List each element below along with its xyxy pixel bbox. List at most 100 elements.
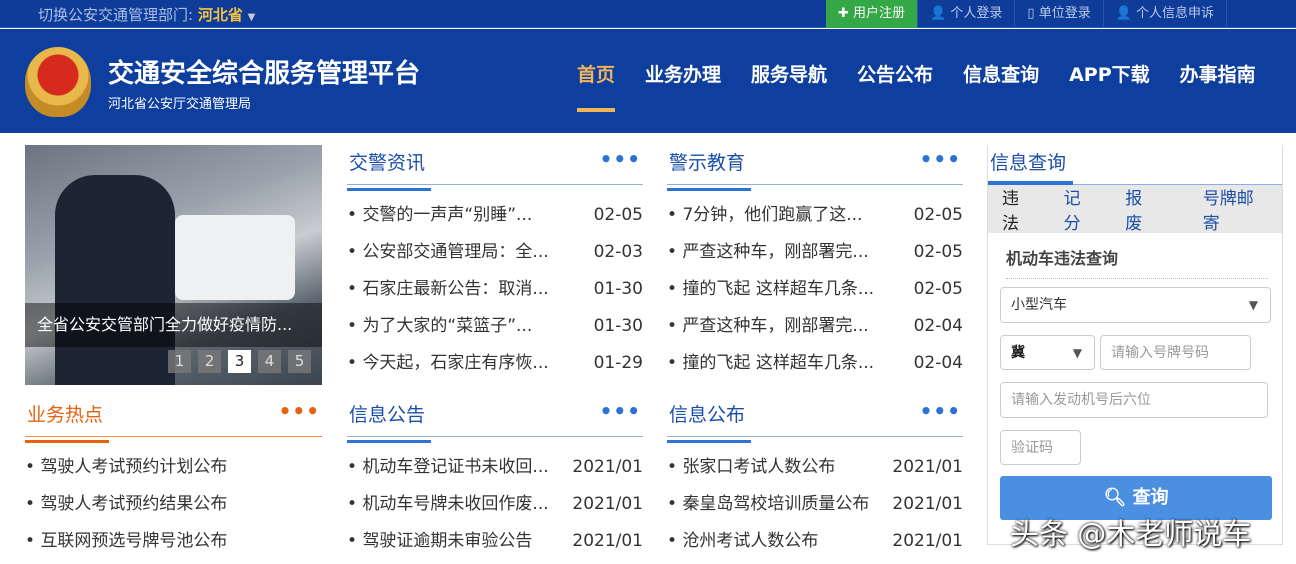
list-item[interactable]: • 张家口考试人数公布 2021/01 [667, 449, 963, 486]
carousel-page[interactable]: 1 [168, 350, 191, 373]
captcha-input[interactable]: 验证码 [1000, 430, 1081, 465]
list-item-date: 02-05 [913, 205, 963, 225]
list-item[interactable]: • 严查这种车，刚部署完... 02-04 [667, 308, 963, 345]
top-bar: 切换公安交通管理部门: 河北省 ▼ ✚ 用户注册 👤 个人登录 ▯ 单位登录 👤… [0, 0, 1296, 28]
list-item[interactable]: • 为了大家的“菜篮子”... 01-30 [347, 308, 643, 345]
list-item[interactable]: • 沧州考试人数公布 2021/01 [667, 523, 963, 560]
plate-number-input[interactable]: 请输入号牌号码 [1100, 335, 1251, 370]
region-switch[interactable]: 切换公安交通管理部门: 河北省 ▼ [38, 4, 255, 25]
section-title[interactable]: 警示教育 [666, 148, 752, 191]
tab-scrap[interactable]: 报废 [1125, 184, 1157, 234]
tab-points[interactable]: 记分 [1064, 184, 1096, 234]
carousel-page[interactable]: 4 [258, 350, 281, 373]
nav-app[interactable]: APP下载 [1069, 60, 1150, 87]
nav-home[interactable]: 首页 [577, 60, 616, 112]
list-item[interactable]: • 石家庄最新公告：取消... 01-30 [347, 271, 643, 308]
list-item-title: 机动车登记证书未收回... [362, 457, 549, 477]
user-icon: 👤 [930, 6, 951, 21]
section-title[interactable]: 业务热点 [24, 400, 110, 443]
carousel-image-figure [55, 175, 175, 385]
list-item[interactable]: • 驾驶证逾期未审验公告 2021/01 [347, 523, 643, 560]
list-item[interactable]: • 互联网预选号牌号池公布 [25, 523, 322, 560]
query-button-label: 查询 [1132, 487, 1169, 508]
list-item-date: 2021/01 [572, 457, 643, 477]
personal-login-link[interactable]: 👤 个人登录 [918, 0, 1016, 28]
section-title[interactable]: 信息公告 [346, 400, 432, 443]
more-icon[interactable]: ••• [600, 147, 641, 171]
info-query-panel: 信息查询 违法 记分 报废 号牌邮寄 机动车违法查询 小型汽车 ▼ 冀 ▼ 请输入号… [987, 145, 1283, 545]
list-item[interactable]: • 今天起，石家庄有序恢... 01-29 [347, 345, 643, 382]
carousel-page[interactable]: 5 [288, 350, 311, 373]
section-business-hot: 业务热点 ••• • 驾驶人考试预约计划公布 • 驾驶人考试预约结果公布 • 互联网预… [24, 397, 322, 560]
dropdown-arrow-icon: ▼ [1072, 346, 1082, 360]
list-item-date: 2021/01 [572, 494, 643, 514]
tab-violation[interactable]: 违法 [1002, 184, 1034, 234]
list-item-date: 2021/01 [892, 457, 963, 477]
nav-notice[interactable]: 公告公布 [857, 60, 933, 87]
police-emblem-logo [25, 47, 91, 117]
carousel-page[interactable]: 2 [198, 350, 221, 373]
list-item-date: 2021/01 [572, 531, 643, 551]
unit-login-link[interactable]: ▯ 单位登录 [1015, 0, 1104, 28]
list-item-date: 02-03 [593, 242, 643, 262]
plus-icon: ✚ [838, 6, 854, 21]
more-icon[interactable]: ••• [600, 399, 641, 423]
list-item-date: 2021/01 [892, 494, 963, 514]
site-title: 交通安全综合服务管理平台 [108, 59, 421, 89]
more-icon[interactable]: ••• [279, 399, 320, 423]
personal-login-label: 个人登录 [950, 6, 1003, 21]
list-item[interactable]: • 撞的飞起 这样超车几条... 02-04 [667, 345, 963, 382]
watermark: 头条 @木老师说车 [1010, 517, 1252, 551]
carousel-caption[interactable]: 全省公安交管部门全力做好疫情防... [25, 303, 322, 347]
list-item[interactable]: • 7分钟，他们跑赢了这... 02-05 [667, 197, 963, 234]
site-subtitle: 河北省公安厅交通管理局 [108, 97, 252, 112]
news-carousel[interactable]: 全省公安交管部门全力做好疫情防... 1 2 3 4 5 [25, 145, 322, 385]
tab-plate-mail[interactable]: 号牌邮寄 [1203, 184, 1266, 234]
list-item-date: 02-04 [913, 316, 963, 336]
nav-query[interactable]: 信息查询 [963, 60, 1039, 87]
list-item[interactable]: • 严查这种车，刚部署完... 02-05 [667, 234, 963, 271]
appeal-link[interactable]: 👤 个人信息申诉 [1104, 0, 1228, 28]
register-button[interactable]: ✚ 用户注册 [826, 0, 919, 28]
list-item-title: 交警的一声声“别睡”... [362, 205, 533, 225]
province-select[interactable]: 冀 ▼ [1000, 335, 1095, 370]
list-item[interactable]: • 公安部交通管理局：全... 02-03 [347, 234, 643, 271]
list-item[interactable]: • 交警的一声声“别睡”... 02-05 [347, 197, 643, 234]
list-item-date: 01-29 [593, 353, 643, 373]
carousel-pager: 1 2 3 4 5 [168, 350, 311, 373]
region-switch-label: 切换公安交通管理部门: [38, 6, 194, 24]
list-item-title: 机动车号牌未收回作废... [362, 494, 549, 514]
nav-guide[interactable]: 办事指南 [1180, 60, 1256, 87]
more-icon[interactable]: ••• [920, 399, 961, 423]
list-item[interactable]: • 驾驶人考试预约计划公布 [25, 449, 322, 486]
nav-service[interactable]: 服务导航 [751, 60, 827, 87]
more-icon[interactable]: ••• [920, 147, 961, 171]
list-item[interactable]: • 驾驶人考试预约结果公布 [25, 486, 322, 523]
section-traffic-news: 交警资讯 ••• • 交警的一声声“别睡”... 02-05 • 公安部交通管理局：全… [346, 145, 643, 382]
caret-down-icon: ▼ [247, 12, 256, 23]
province-value: 冀 [1011, 345, 1025, 361]
vehicle-type-select[interactable]: 小型汽车 ▼ [1000, 287, 1271, 323]
list-item-date: 01-30 [593, 316, 643, 336]
section-info-notice: 信息公告 ••• • 机动车登记证书未收回... 2021/01 • 机动车号牌未收回… [346, 397, 643, 560]
list-item-title: 为了大家的“菜篮子”... [362, 316, 533, 336]
list-item-date: 02-05 [593, 205, 643, 225]
list-item-title: 张家口考试人数公布 [682, 457, 836, 477]
list-item-date: 01-30 [593, 279, 643, 299]
section-title[interactable]: 交警资讯 [346, 148, 432, 191]
region-name[interactable]: 河北省 [198, 6, 243, 24]
list-item[interactable]: • 撞的飞起 这样超车几条... 02-05 [667, 271, 963, 308]
section-title[interactable]: 信息公布 [666, 400, 752, 443]
query-tabs: 违法 记分 报废 号牌邮寄 [988, 184, 1282, 234]
list-item-title: 驾驶人考试预约计划公布 [40, 457, 228, 477]
list-item[interactable]: • 机动车号牌未收回作废... 2021/01 [347, 486, 643, 523]
carousel-page-active[interactable]: 3 [228, 350, 251, 373]
nav-business[interactable]: 业务办理 [645, 60, 721, 87]
list-item-title: 严查这种车，刚部署完... [682, 316, 869, 336]
list-item[interactable]: • 秦皇岛驾校培训质量公布 2021/01 [667, 486, 963, 523]
list-item[interactable]: • 机动车登记证书未收回... 2021/01 [347, 449, 643, 486]
section-warning-education: 警示教育 ••• • 7分钟，他们跑赢了这... 02-05 • 严查这种车，刚部署完… [666, 145, 963, 382]
engine-number-input[interactable]: 请输入发动机号后六位 [1000, 382, 1268, 418]
vehicle-type-value: 小型汽车 [1011, 297, 1067, 313]
carousel-image [175, 215, 295, 300]
